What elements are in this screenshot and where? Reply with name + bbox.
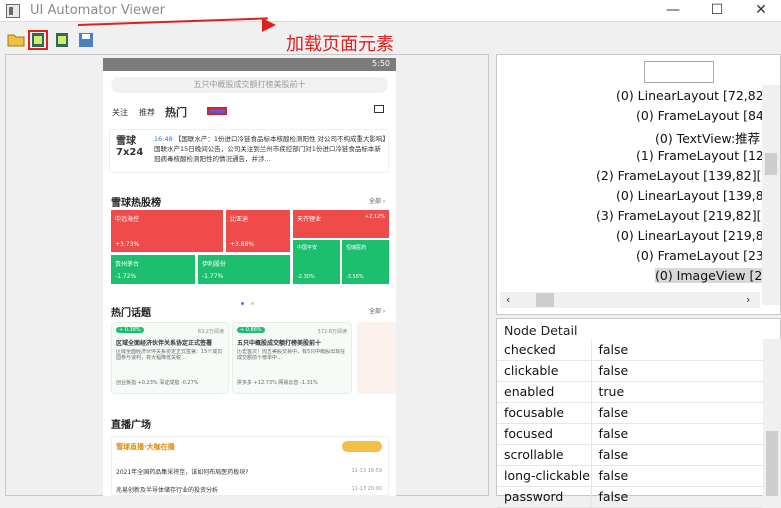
device-screenshot-compressed-icon[interactable] <box>52 30 72 50</box>
stock-tile[interactable]: 恒瑞医药 -3.56% <box>342 240 389 284</box>
tree-toolbar-box[interactable] <box>644 61 714 83</box>
topic-card[interactable]: + 0.38% 63.2万阅读 区域全面经济伙伴关系协定正式签署 区域全面经济伙… <box>111 322 229 394</box>
property-value: false <box>591 360 763 382</box>
carousel-dots <box>241 290 257 305</box>
property-key: scrollable <box>497 444 592 466</box>
property-key: clickable <box>497 360 592 382</box>
property-value: false <box>591 465 763 487</box>
stock-tile[interactable]: 中远海控 +3.73% <box>111 210 223 252</box>
minimize-button[interactable]: — <box>650 0 696 22</box>
property-value: true <box>591 381 763 403</box>
property-value: false <box>591 486 763 508</box>
property-value: false <box>591 423 763 445</box>
tree-node[interactable]: (2) FrameLayout [139,82][219 <box>596 168 762 183</box>
detail-vertical-scrollbar[interactable] <box>763 339 781 496</box>
property-row[interactable]: focused false <box>497 423 763 445</box>
property-row[interactable]: clickable false <box>497 360 763 382</box>
tree-node[interactable]: (3) FrameLayout [219,82][319 <box>596 208 762 223</box>
tree-node[interactable]: (0) ImageView [23 <box>655 268 762 283</box>
property-value: false <box>591 402 763 424</box>
live-brand: 雪球直播·大咖在播 <box>116 443 175 451</box>
status-time: 5:50 <box>372 59 390 68</box>
stock-tile[interactable]: 比亚迪 +3.88% <box>226 210 290 252</box>
property-key: checked <box>497 339 592 361</box>
search-input[interactable]: 五只中概股成交额打榜美股前十 <box>111 77 388 93</box>
stock-tile[interactable]: 天齐锂业 +2.12% <box>293 210 389 238</box>
stock-tile[interactable]: 伊利股份 -1.77% <box>198 255 290 284</box>
mail-icon[interactable] <box>374 105 384 113</box>
tree-vertical-scrollbar[interactable] <box>762 85 780 305</box>
feed-tabs: 关注 推荐 热门 <box>103 99 396 121</box>
window-title: UI Automator Viewer <box>30 3 166 18</box>
property-key: enabled <box>497 381 592 403</box>
tree-node[interactable]: (0) LinearLayout [219,82][ <box>616 228 762 243</box>
news-card[interactable]: 雪球 7x24 16:48 【国联水产：1份进口冷链食品标本核酸检测阳性 对公司不… <box>109 129 389 173</box>
title-bar: UI Automator Viewer — ☐ ✕ <box>0 0 781 22</box>
live-avatars <box>342 441 382 452</box>
live-card[interactable]: 雪球直播·大咖在播 2021年全国药品集采将至，该如何布局医药板块? 11-13… <box>111 436 389 496</box>
property-key: focusable <box>497 402 592 424</box>
annotation-arrow-head <box>262 18 276 32</box>
hot-topics-more[interactable]: 全部 › <box>369 306 385 315</box>
device-screenshot-icon[interactable] <box>28 30 48 50</box>
property-key: password <box>497 486 592 508</box>
property-key: focused <box>497 423 592 445</box>
status-bar: 5:50 <box>103 58 396 71</box>
live-square-title: 直播广场 <box>111 420 151 431</box>
close-button[interactable]: ✕ <box>738 0 781 22</box>
tree-node[interactable]: (1) FrameLayout [129, <box>636 148 762 163</box>
news-text: 16:48 【国联水产：1份进口冷链食品标本核酸检测阳性 对公司不构成重大影响】… <box>154 135 386 163</box>
property-key: long-clickable <box>497 465 592 487</box>
tab-follow[interactable]: 关注 <box>112 107 128 118</box>
app-icon <box>6 4 20 18</box>
stock-tile[interactable]: 中国平安 -2.30% <box>293 240 340 284</box>
property-row[interactable]: scrollable false <box>497 444 763 466</box>
annotation-label: 加载页面元素 <box>286 34 394 55</box>
device-screenshot[interactable]: 5:50 五只中概股成交额打榜美股前十 关注 推荐 热门 雪球 7x24 16:4… <box>103 58 396 496</box>
save-icon[interactable] <box>76 30 96 50</box>
hot-stocks-title: 雪球热股榜 <box>111 198 161 209</box>
topic-card-partial[interactable] <box>357 322 396 394</box>
property-row[interactable]: long-clickable false <box>497 465 763 487</box>
tree-horizontal-scrollbar[interactable]: ‹ › <box>500 292 760 308</box>
property-row[interactable]: enabled true <box>497 381 763 403</box>
tab-hot[interactable]: 热门 <box>165 104 187 120</box>
property-value: false <box>591 444 763 466</box>
node-detail-title: Node Detail <box>504 323 578 338</box>
tab-recommend[interactable]: 推荐 <box>139 107 155 118</box>
tree-node[interactable]: (0) TextView:推荐 [9 <box>655 128 762 147</box>
tree-node[interactable]: (0) LinearLayout [72,82][1 <box>616 88 762 103</box>
maximize-button[interactable]: ☐ <box>694 0 740 22</box>
tree-node[interactable]: (0) LinearLayout [139,82][ <box>616 188 762 203</box>
node-detail-table: checked false clickable false enabled true foc… <box>497 339 763 508</box>
property-row[interactable]: focusable false <box>497 402 763 424</box>
hot-topics-title: 热门话题 <box>111 308 151 319</box>
live-item-time: 11-13 19:59 <box>351 468 382 474</box>
xueqiu-724-logo: 雪球 7x24 <box>116 136 144 158</box>
live-item[interactable]: 2021年全国药品集采将至，该如何布局医药板块? <box>116 467 248 476</box>
property-row[interactable]: checked false <box>497 339 763 361</box>
hot-stocks-more[interactable]: 全部 › <box>369 196 385 205</box>
live-item-time: 11-13 20:00 <box>351 486 382 492</box>
stock-tile[interactable]: 贵州茅台 -1.72% <box>111 255 195 284</box>
topic-card[interactable]: + 0.86% 572.6万阅读 五只中概股成交额打榜美股前十 历史首次！周五美… <box>232 322 352 394</box>
property-value: false <box>591 339 763 361</box>
live-item[interactable]: 兆易创新及半导体储存行业的投资分析 <box>116 485 218 494</box>
selected-node-highlight <box>207 107 227 115</box>
tree-node[interactable]: (0) FrameLayout [84,8 <box>636 108 762 123</box>
property-row[interactable]: password false <box>497 486 763 508</box>
tree-node[interactable]: (0) FrameLayout [231, <box>636 248 762 263</box>
open-folder-icon[interactable] <box>6 30 26 50</box>
